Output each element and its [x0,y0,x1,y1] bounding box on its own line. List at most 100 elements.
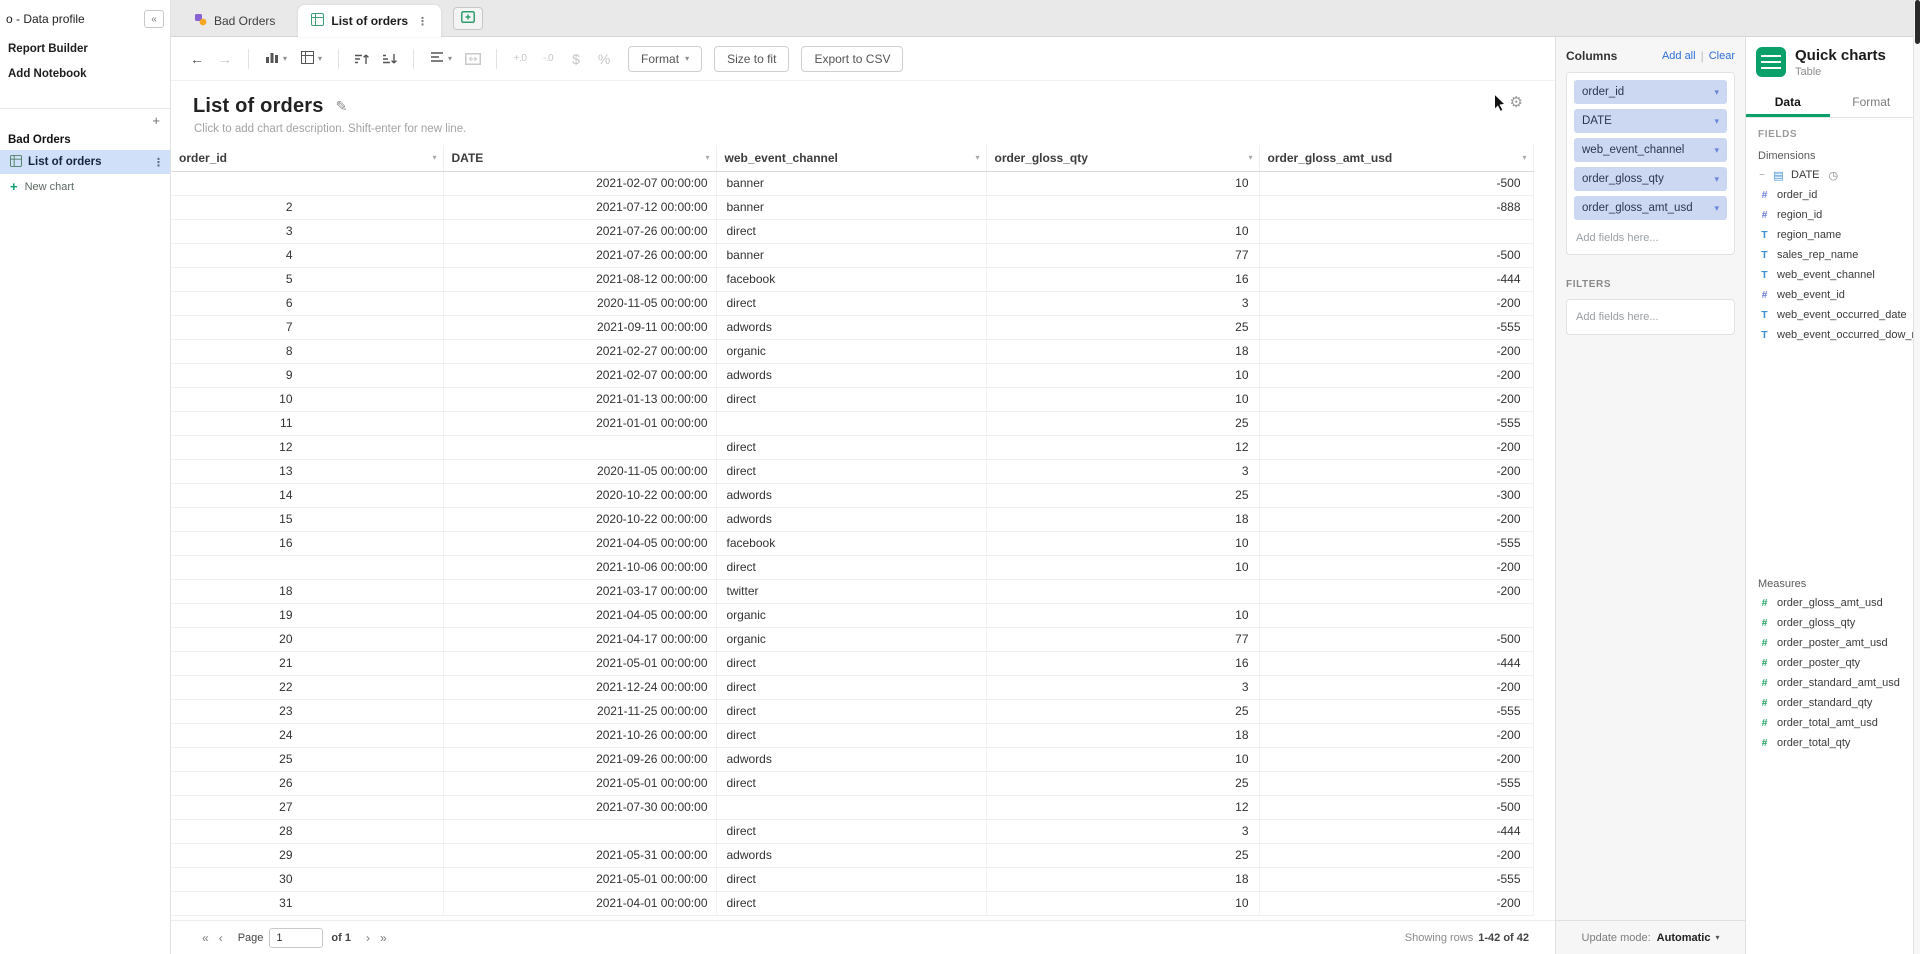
dimension-web_event_occurred_date[interactable]: Tweb_event_occurred_date [1746,305,1913,325]
dimension-sales_rep_name[interactable]: Tsales_rep_name [1746,245,1913,265]
tab-bad-orders[interactable]: Bad Orders [181,6,288,36]
add-section-button[interactable]: + [152,113,160,128]
collapse-sidebar-button[interactable]: « [144,10,164,28]
toolbar-divider [413,49,414,69]
clear-link[interactable]: Clear [1709,50,1735,62]
report-name[interactable]: Bad Orders [0,128,170,150]
previous-page-button[interactable]: ‹ [214,931,228,945]
undo-button[interactable]: ← [185,46,209,72]
table-cell: -500 [1259,795,1533,819]
dimension-region_id[interactable]: #region_id [1746,205,1913,225]
table-cell: adwords [716,363,986,387]
measure-order_gloss_qty[interactable]: #order_gloss_qty [1746,613,1913,633]
new-tab-button[interactable] [453,7,483,30]
table-cell: organic [716,603,986,627]
filters-dropzone[interactable]: Add fields here... [1566,299,1735,335]
sidebar-item-add-notebook[interactable]: Add Notebook [0,61,170,86]
dimension-DATE[interactable]: −▤DATE◷ [1746,165,1913,185]
table-cell: 3 [171,219,443,243]
alignment-dropdown[interactable]: ▾ [425,48,457,69]
measure-order_poster_qty[interactable]: #order_poster_qty [1746,653,1913,673]
sort-ascending-button[interactable] [350,46,374,72]
size-to-fit-button[interactable]: Size to fit [714,46,789,72]
dimension-order_id[interactable]: #order_id [1746,185,1913,205]
chart-menu-kebab-icon[interactable]: ⋮ [153,156,164,169]
column-pill-order_gloss_qty[interactable]: order_gloss_qty▾ [1574,167,1727,191]
table-options-dropdown[interactable]: ▾ [296,48,327,70]
format-button[interactable]: Format ▾ [628,46,702,72]
chart-description-placeholder[interactable]: Click to add chart description. Shift-en… [171,118,1555,135]
quick-charts-title: Quick charts [1795,47,1886,64]
chart-settings-gear-icon[interactable]: ⚙ [1510,93,1523,111]
table-cell: 12 [171,435,443,459]
scrollbar-thumb[interactable] [1915,0,1920,44]
table-cell: facebook [716,267,986,291]
measure-order_gloss_amt_usd[interactable]: #order_gloss_amt_usd [1746,593,1913,613]
measure-order_standard_amt_usd[interactable]: #order_standard_amt_usd [1746,673,1913,693]
pill-caret-icon[interactable]: ▾ [1714,116,1719,127]
table-cell: 30 [171,867,443,891]
chart-type-dropdown[interactable]: ▾ [260,47,292,70]
column-menu-caret-icon[interactable]: ▾ [432,153,436,162]
tab-list-of-orders[interactable]: List of orders ⋮ [298,5,441,37]
column-pill-order_id[interactable]: order_id▾ [1574,80,1727,104]
measure-order_poster_amt_usd[interactable]: #order_poster_amt_usd [1746,633,1913,653]
vertical-scrollbar[interactable] [1913,0,1920,954]
sidebar-item-list-of-orders[interactable]: List of orders ⋮ [0,150,170,174]
new-chart-button[interactable]: + New chart [0,174,170,200]
column-menu-caret-icon[interactable]: ▾ [1248,153,1252,162]
dimension-region_name[interactable]: Tregion_name [1746,225,1913,245]
columns-dropzone[interactable]: order_id▾ DATE▾ web_event_channel▾ order_gl… [1566,72,1735,255]
column-header-DATE[interactable]: DATE▾ [443,145,716,171]
pill-caret-icon[interactable]: ▾ [1714,203,1719,214]
collapse-minus-icon[interactable]: − [1758,170,1766,181]
add-all-link[interactable]: Add all [1662,50,1696,62]
page-number-input[interactable] [269,928,323,948]
table-row: 252021-09-26 00:00:00adwords10-200 [171,747,1533,771]
pill-caret-icon[interactable]: ▾ [1714,145,1719,156]
clock-icon[interactable]: ◷ [1829,169,1839,182]
tab-bar: Bad Orders List of orders ⋮ [171,0,1913,37]
measure-order_standard_qty[interactable]: #order_standard_qty [1746,693,1913,713]
chart-title[interactable]: List of orders [193,95,324,118]
pill-caret-icon[interactable]: ▾ [1714,174,1719,185]
table-cell [716,411,986,435]
table-cell: -444 [1259,267,1533,291]
pill-caret-icon[interactable]: ▾ [1714,87,1719,98]
measures-list: #order_gloss_amt_usd#order_gloss_qty#ord… [1746,593,1913,753]
column-header-order_gloss_amt_usd[interactable]: order_gloss_amt_usd▾ [1259,145,1533,171]
measure-order_total_qty[interactable]: #order_total_qty [1746,733,1913,753]
first-page-button[interactable]: « [197,931,214,945]
column-pill-DATE[interactable]: DATE▾ [1574,109,1727,133]
column-header-order_gloss_qty[interactable]: order_gloss_qty▾ [986,145,1259,171]
column-pill-web_event_channel[interactable]: web_event_channel▾ [1574,138,1727,162]
column-menu-caret-icon[interactable]: ▾ [1522,153,1526,162]
dimension-web_event_id[interactable]: #web_event_id [1746,285,1913,305]
table-cell: 10 [986,555,1259,579]
columns-add-fields-placeholder[interactable]: Add fields here... [1574,225,1727,250]
column-header-order_id[interactable]: order_id▾ [171,145,443,171]
table-cell: 25 [986,699,1259,723]
tab-menu-kebab-icon[interactable]: ⋮ [417,15,428,28]
next-page-button[interactable]: › [361,931,375,945]
column-menu-caret-icon[interactable]: ▾ [705,153,709,162]
table-row: 152020-10-22 00:00:00adwords18-200 [171,507,1533,531]
tab-data[interactable]: Data [1746,86,1830,117]
edit-title-pencil-icon[interactable]: ✎ [336,98,348,115]
export-to-csv-button[interactable]: Export to CSV [801,46,903,72]
column-menu-caret-icon[interactable]: ▾ [975,153,979,162]
dimension-web_event_occurred_dow_n[interactable]: Tweb_event_occurred_dow_n [1746,325,1913,345]
results-table-container[interactable]: order_id▾DATE▾web_event_channel▾order_gl… [171,145,1555,920]
column-pill-order_gloss_amt_usd[interactable]: order_gloss_amt_usd▾ [1574,196,1727,220]
last-page-button[interactable]: » [375,931,392,945]
sort-descending-button[interactable] [378,46,402,72]
measure-number-icon: # [1758,597,1771,609]
sidebar-item-report-builder[interactable]: Report Builder [0,36,170,61]
column-header-web_event_channel[interactable]: web_event_channel▾ [716,145,986,171]
tab-format[interactable]: Format [1830,86,1914,117]
decrease-decimal-button: -.0 [536,46,560,72]
measure-order_total_amt_usd[interactable]: #order_total_amt_usd [1746,713,1913,733]
dimension-web_event_channel[interactable]: Tweb_event_channel [1746,265,1913,285]
update-mode-dropdown[interactable]: Automatic ▾ [1657,932,1720,944]
chevron-down-icon: ▾ [685,54,689,63]
